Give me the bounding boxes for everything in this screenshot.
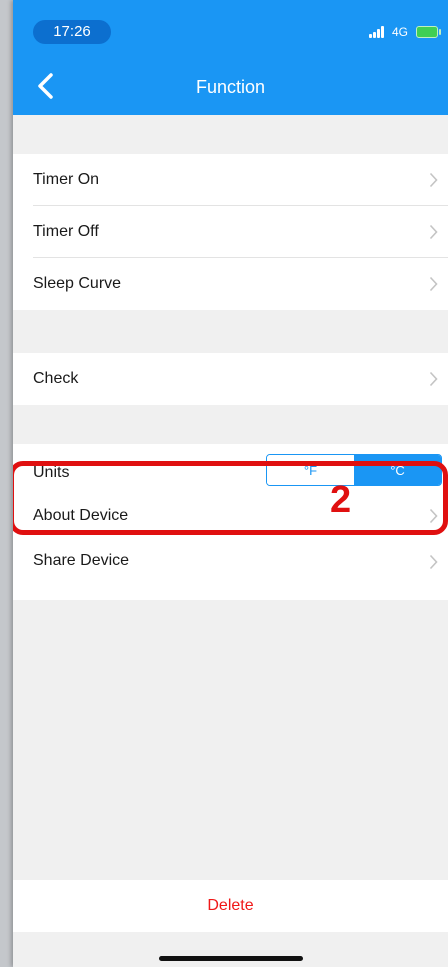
page-title: Function bbox=[195, 77, 266, 97]
row-timer-on[interactable]: Timer On bbox=[13, 154, 448, 206]
timer-group: Timer On Timer Off Sleep Curve bbox=[13, 154, 448, 310]
row-label: Timer On bbox=[33, 171, 100, 188]
row-label: Share Device bbox=[33, 552, 130, 569]
battery-charging-icon bbox=[416, 26, 441, 38]
status-time: 17:26 bbox=[33, 20, 111, 44]
step-number: 2 bbox=[330, 479, 352, 521]
chevron-right-icon bbox=[429, 554, 438, 570]
row-check[interactable]: Check bbox=[13, 353, 448, 405]
highlight-box bbox=[13, 461, 448, 535]
row-sleep-curve[interactable]: Sleep Curve bbox=[13, 258, 448, 310]
row-label: Check bbox=[33, 370, 79, 387]
app-header: 17:26 4G Function bbox=[13, 0, 448, 115]
chevron-right-icon bbox=[429, 371, 438, 387]
chevron-right-icon bbox=[429, 224, 438, 240]
status-indicators: 4G bbox=[368, 22, 441, 42]
chevron-right-icon bbox=[429, 276, 438, 292]
delete-label: Delete bbox=[207, 897, 254, 914]
network-type: 4G bbox=[391, 25, 408, 39]
row-label: Timer Off bbox=[33, 223, 99, 240]
row-share-device[interactable]: Share Device bbox=[13, 544, 448, 600]
row-label: Sleep Curve bbox=[33, 275, 122, 292]
check-group: Check bbox=[13, 353, 448, 405]
phone-screen: 17:26 4G Function Timer On Timer Off Sle… bbox=[13, 0, 448, 967]
delete-button[interactable]: Delete bbox=[13, 880, 448, 932]
chevron-right-icon bbox=[429, 172, 438, 188]
signal-bars-icon bbox=[368, 26, 384, 38]
home-indicator bbox=[159, 956, 303, 961]
row-timer-off[interactable]: Timer Off bbox=[13, 206, 448, 258]
